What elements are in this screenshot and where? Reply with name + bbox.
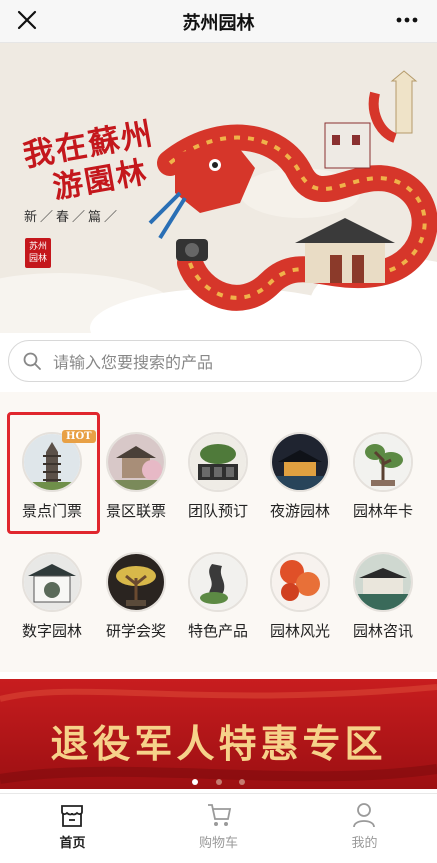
category-label: 园林咨讯	[352, 622, 413, 640]
category-garden-news[interactable]: 园林咨讯	[341, 552, 425, 662]
carousel-dot[interactable]	[215, 779, 222, 785]
search-icon	[23, 352, 41, 370]
tab-label: 首页	[59, 836, 86, 851]
news-icon	[353, 552, 413, 612]
search-input[interactable]	[51, 349, 415, 375]
shop-icon	[61, 805, 83, 827]
hero-banner[interactable]: 我在蘇州 游園林 新／春／篇／ 苏州园林	[0, 43, 437, 333]
more-icon[interactable]	[395, 10, 419, 30]
category-specialty-products[interactable]: 特色产品	[176, 552, 260, 662]
category-label: 特色产品	[187, 622, 248, 640]
category-garden-scenery[interactable]: 园林风光	[258, 552, 342, 662]
carousel-dots	[0, 770, 437, 789]
carousel-dot[interactable]	[192, 779, 199, 785]
category-label: 夜游园林	[269, 502, 330, 520]
pavilion-icon	[106, 432, 166, 492]
category-label: 园林年卡	[352, 502, 413, 520]
carousel-dot[interactable]	[238, 779, 245, 785]
search-bar[interactable]	[8, 340, 422, 382]
tab-profile[interactable]: 我的	[292, 794, 437, 863]
page-title: 苏州园林	[182, 13, 255, 34]
category-label: 园林风光	[269, 622, 330, 640]
category-label: 景区联票	[105, 502, 166, 520]
tab-label: 购物车	[198, 836, 238, 851]
category-night-tour[interactable]: 夜游园林	[258, 432, 342, 542]
bottom-tab-bar: 首页 购物车 我的	[0, 793, 437, 863]
seal-stamp: 苏州园林	[25, 238, 51, 268]
category-annual-card[interactable]: 园林年卡	[341, 432, 425, 542]
category-label: 团队预订	[187, 502, 248, 520]
maple-icon	[270, 552, 330, 612]
tab-cart[interactable]: 购物车	[146, 794, 291, 863]
rock-icon	[188, 552, 248, 612]
user-icon	[353, 803, 375, 828]
banner-subtitle: 新／春／篇／	[24, 210, 121, 225]
tab-home[interactable]: 首页	[0, 794, 145, 863]
category-group-booking[interactable]: 团队预订	[176, 432, 260, 542]
gate-icon	[22, 552, 82, 612]
top-bar: 苏州园林	[0, 0, 437, 43]
tab-label: 我的	[351, 836, 378, 851]
tree-icon	[353, 432, 413, 492]
category-label: 研学会奖	[105, 622, 166, 640]
promo-text: 退役军人特惠专区	[50, 722, 387, 766]
night-garden-icon	[270, 432, 330, 492]
category-combo-tickets[interactable]: 景区联票	[94, 432, 178, 542]
category-label: 数字园林	[21, 622, 82, 640]
bonsai-icon	[188, 432, 248, 492]
study-bonsai-icon	[106, 552, 166, 612]
category-digital-garden[interactable]: 数字园林	[10, 552, 94, 662]
category-study-awards[interactable]: 研学会奖	[94, 552, 178, 662]
selection-highlight	[7, 412, 100, 534]
cart-icon	[208, 804, 232, 826]
